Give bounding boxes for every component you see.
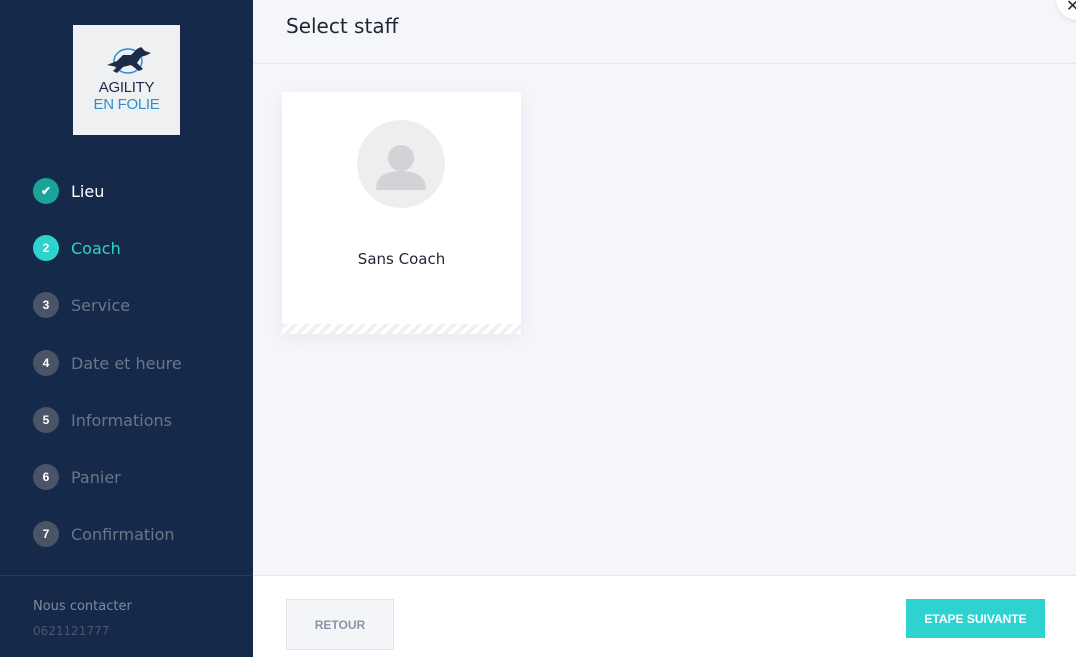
next-step-button[interactable]: ETAPE SUIVANTE xyxy=(906,599,1045,638)
step-number: 2 xyxy=(33,235,59,261)
staff-name: Sans Coach xyxy=(357,250,446,268)
company-logo: AGILITY EN FOLIE xyxy=(73,25,180,135)
step-label: Lieu xyxy=(71,181,105,201)
step-number: 3 xyxy=(33,292,59,318)
step-label: Date et heure xyxy=(71,353,182,373)
dog-logo-icon xyxy=(107,47,151,74)
step-number: 4 xyxy=(33,350,59,376)
back-button[interactable]: RETOUR xyxy=(286,599,394,650)
step-informations[interactable]: 5 Informations xyxy=(33,407,233,433)
step-coach[interactable]: 2 Coach xyxy=(33,235,233,261)
step-label: Informations xyxy=(71,410,172,430)
step-date-heure[interactable]: 4 Date et heure xyxy=(33,350,233,376)
contact-section: Nous contacter 0621121777 xyxy=(0,575,253,657)
step-number: 7 xyxy=(33,521,59,547)
staff-list: Sans Coach xyxy=(253,65,1076,575)
sidebar: AGILITY EN FOLIE ✔ Lieu 2 Coach 3 Servic… xyxy=(0,0,253,657)
staff-card[interactable]: Sans Coach xyxy=(282,92,521,334)
contact-title: Nous contacter xyxy=(33,599,132,614)
close-icon: ✕ xyxy=(1066,0,1076,15)
page-title: Select staff xyxy=(286,14,399,38)
step-label: Coach xyxy=(71,238,121,258)
logo-text-line1: AGILITY xyxy=(98,79,155,96)
step-label: Confirmation xyxy=(71,524,175,544)
step-label: Service xyxy=(71,295,131,315)
contact-phone[interactable]: 0621121777 xyxy=(33,624,109,638)
card-stripes xyxy=(282,324,521,334)
check-icon: ✔ xyxy=(33,178,59,204)
header: Select staff ✕ xyxy=(253,0,1076,64)
footer-bar: RETOUR ETAPE SUIVANTE xyxy=(253,575,1076,657)
close-button[interactable]: ✕ xyxy=(1056,0,1076,20)
step-number: 5 xyxy=(33,407,59,433)
step-number: 6 xyxy=(33,464,59,490)
step-lieu[interactable]: ✔ Lieu xyxy=(33,178,233,204)
step-service[interactable]: 3 Service xyxy=(33,292,233,318)
step-label: Panier xyxy=(71,467,121,487)
step-panier[interactable]: 6 Panier xyxy=(33,464,233,490)
step-confirmation[interactable]: 7 Confirmation xyxy=(33,521,233,547)
user-placeholder-icon xyxy=(357,120,445,208)
logo-text-line2: EN FOLIE xyxy=(93,96,160,113)
